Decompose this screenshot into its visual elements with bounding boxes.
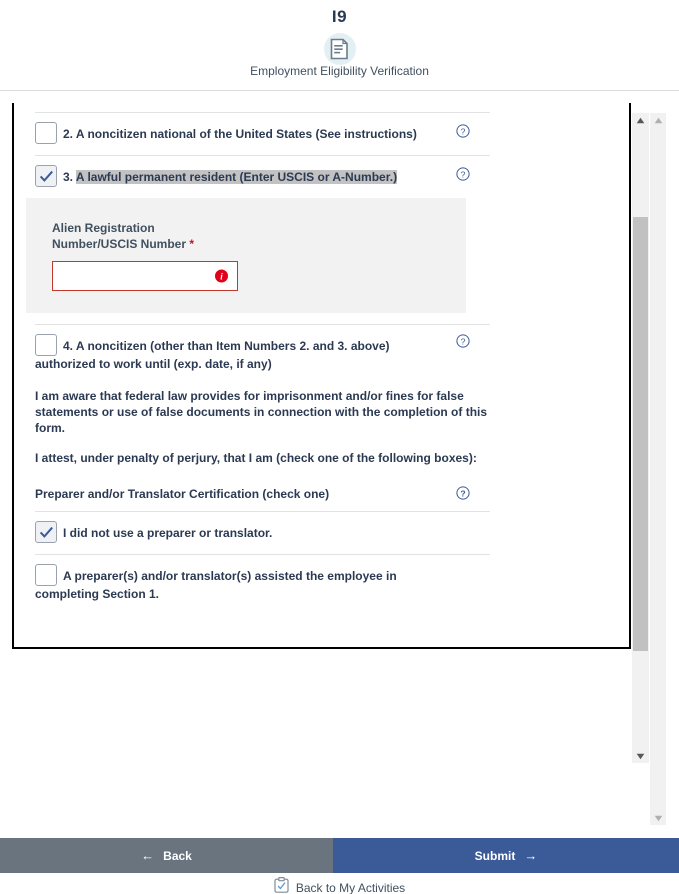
svg-text:?: ? [461,336,466,346]
alien-registration-panel: Alien Registration Number/USCIS Number *… [26,198,466,313]
help-icon-option-4[interactable]: ? [456,334,470,348]
option-3-number: 3. [63,170,74,184]
back-button-label: Back [163,848,192,863]
preparer-option-row-1[interactable]: I did not use a preparer or translator. [35,512,490,554]
back-to-activities-label: Back to My Activities [295,880,406,894]
submit-button[interactable]: Submit → [333,838,679,873]
form-content-column: 2. A noncitizen national of the United S… [35,112,490,198]
i9-form-page: I9 Employment Eligibility Verification 2… [0,0,679,894]
required-marker: * [189,237,195,251]
svg-text:?: ? [460,488,465,498]
form-container: 2. A noncitizen national of the United S… [12,103,631,649]
page-header: I9 Employment Eligibility Verification [0,0,679,91]
back-to-activities-link[interactable]: Back to My Activities [0,877,679,894]
inner-scroll-thumb[interactable] [633,217,648,651]
checkbox-no-preparer[interactable] [35,521,57,543]
page-subtitle: Employment Eligibility Verification [250,64,429,78]
submit-button-label: Submit [474,848,516,863]
preparer-heading-text: Preparer and/or Translator Certification… [35,487,330,501]
checkbox-option-3[interactable] [35,165,57,187]
clipboard-check-icon [274,877,289,894]
inner-scroll-down-arrow[interactable] [632,749,649,763]
inner-scrollbar[interactable] [632,113,649,763]
option-row-4[interactable]: 4. A noncitizen (other than Item Numbers… [35,325,490,358]
option-2-number: 2. [63,127,74,141]
option-row-3[interactable]: 3. A lawful permanent resident (Enter US… [35,156,490,198]
help-icon-option-3[interactable]: ? [456,167,470,181]
option-2-text: A noncitizen national of the United Stat… [75,127,417,141]
option-4-number: 4. [63,339,74,353]
preparer-option-row-2[interactable]: A preparer(s) and/or translator(s) assis… [35,555,490,588]
used-preparer-label: A preparer(s) and/or translator(s) assis… [63,569,397,583]
option-3-text: A lawful permanent resident (Enter USCIS… [75,170,398,184]
back-button[interactable]: ← Back [0,838,333,873]
footer-actions: ← Back Submit → [0,838,679,873]
option-4-label: 4. A noncitizen (other than Item Numbers… [63,336,490,356]
error-info-icon[interactable]: i [215,269,228,283]
option-2-label: 2. A noncitizen national of the United S… [63,124,490,144]
page-title: I9 [331,7,348,26]
form-scroll-content: 2. A noncitizen national of the United S… [14,103,629,645]
option-3-label: 3. A lawful permanent resident (Enter US… [63,167,490,187]
alien-registration-input[interactable] [53,263,203,289]
attestation-paragraph-2: I attest, under penalty of perjury, that… [35,451,477,465]
submit-arrow-icon: → [524,848,538,863]
inner-scroll-up-arrow[interactable] [632,113,649,127]
option-row-2[interactable]: 2. A noncitizen national of the United S… [35,113,490,155]
checkbox-option-2[interactable] [35,122,57,144]
outer-scrollbar[interactable] [650,113,666,825]
checkbox-option-4[interactable] [35,334,57,356]
no-preparer-label: I did not use a preparer or translator. [63,526,273,540]
back-arrow-icon: ← [141,848,155,863]
option-4-text: A noncitizen (other than Item Numbers 2.… [75,339,390,353]
help-icon-preparer[interactable]: ? [456,486,470,500]
svg-text:?: ? [461,126,466,136]
attestation-paragraph-1: I am aware that federal law provides for… [35,389,488,435]
document-icon [323,33,356,65]
outer-scroll-up-arrow[interactable] [650,113,666,127]
preparer-section-heading: Preparer and/or Translator Certification… [35,466,490,511]
svg-text:?: ? [461,169,466,179]
form-content-column-2: 4. A noncitizen (other than Item Numbers… [35,324,490,604]
alien-registration-field[interactable]: i [52,261,238,291]
alien-registration-label-text: Alien Registration Number/USCIS Number [52,221,187,251]
alien-registration-label: Alien Registration Number/USCIS Number * [52,220,232,252]
outer-scroll-down-arrow[interactable] [650,811,666,825]
help-icon-option-2[interactable]: ? [456,124,470,138]
checkbox-used-preparer[interactable] [35,564,57,586]
